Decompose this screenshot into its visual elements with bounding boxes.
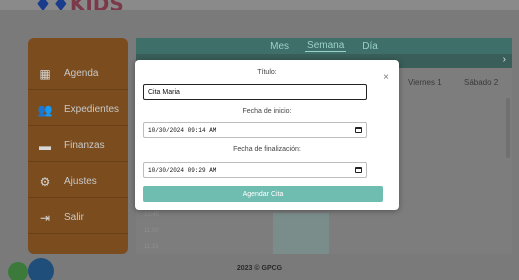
sidebar-item-expedientes[interactable]: 👥 Expedientes: [28, 94, 128, 126]
day-header: Sábado 2: [464, 78, 499, 87]
end-datetime-input[interactable]: 10/30/2024 09:29 AM: [143, 162, 367, 178]
scrollbar[interactable]: [506, 98, 510, 158]
sidebar-item-agenda[interactable]: ▦ Agenda: [28, 58, 128, 90]
schedule-appointment-button[interactable]: Agendar Cita: [143, 186, 383, 202]
footer: 2023 © GPCG: [236, 265, 283, 272]
time-label: 10:45: [144, 212, 160, 218]
next-week-button[interactable]: ›: [503, 54, 506, 65]
today-column: [273, 213, 329, 254]
tab-dia[interactable]: Día: [360, 41, 380, 52]
sidebar-item-label: Ajustes: [64, 176, 97, 187]
time-label: 11:00: [144, 228, 159, 234]
calendar-icon: ▦: [39, 66, 51, 81]
sidebar-item-label: Agenda: [64, 68, 99, 79]
users-icon: 👥: [37, 102, 53, 117]
end-datetime-value: 10/30/2024 09:29 AM: [148, 166, 217, 174]
day-header: Viernes 1: [408, 78, 442, 87]
title-input-value: Cita Maria: [148, 88, 180, 96]
sidebar-item-salir[interactable]: ⇥ Salir: [28, 202, 128, 234]
gear-icon: ⚙: [39, 174, 51, 189]
logout-icon: ⇥: [39, 210, 51, 225]
title-input[interactable]: Cita Maria: [143, 84, 367, 100]
new-appointment-modal: × Título: Cita Maria Fecha de inicio: 10…: [135, 60, 399, 210]
tab-mes[interactable]: Mes: [268, 41, 291, 52]
start-datetime-value: 10/30/2024 09:14 AM: [148, 126, 217, 134]
calendar-icon[interactable]: [355, 127, 362, 133]
sidebar-item-finanzas[interactable]: ▬ Finanzas: [28, 130, 128, 162]
title-label: Título:: [257, 69, 277, 76]
start-datetime-input[interactable]: 10/30/2024 09:14 AM: [143, 122, 367, 138]
tab-semana[interactable]: Semana: [305, 40, 347, 52]
calendar-view-tabs: Mes Semana Día: [136, 38, 512, 54]
card-icon: ▬: [39, 138, 51, 153]
end-date-label: Fecha de finalización:: [233, 146, 301, 153]
sidebar: ▦ Agenda 👥 Expedientes ▬ Finanzas ⚙ Ajus…: [28, 38, 128, 254]
calendar-icon[interactable]: [355, 167, 362, 173]
sidebar-item-label: Salir: [64, 212, 85, 223]
sidebar-item-ajustes[interactable]: ⚙ Ajustes: [28, 166, 128, 198]
sidebar-item-label: Expedientes: [64, 104, 120, 115]
start-date-label: Fecha de inicio:: [242, 108, 292, 115]
sidebar-item-label: Finanzas: [64, 140, 105, 151]
time-label: 11:15: [144, 244, 159, 250]
